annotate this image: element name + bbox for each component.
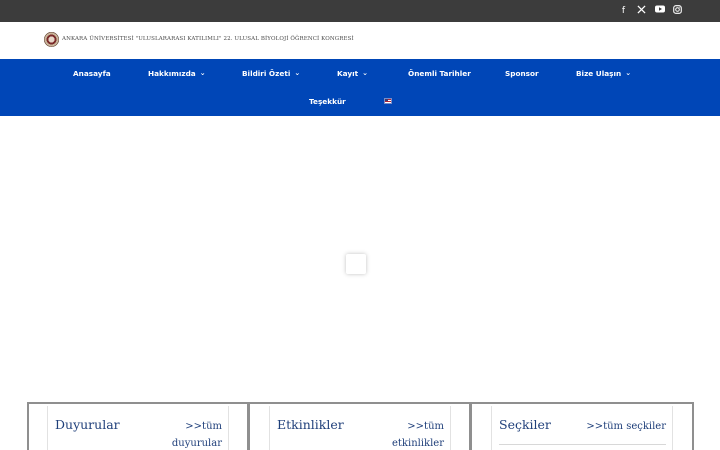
nav-label: Hakkımızda — [148, 69, 196, 78]
nav-item-bize-ulasin[interactable]: Bize Ulaşın ⌄ — [576, 69, 631, 79]
english-flag-icon[interactable] — [384, 98, 392, 104]
announcements-card: Duyurular >>tüm duyurular — [47, 406, 229, 450]
top-bar: f — [0, 0, 720, 22]
x-twitter-icon[interactable] — [637, 5, 646, 17]
youtube-icon[interactable] — [655, 5, 665, 17]
nav-item-sponsor[interactable]: Sponsor — [505, 69, 539, 79]
university-seal-logo[interactable] — [44, 32, 59, 47]
chevron-down-icon: ⌄ — [294, 69, 301, 77]
link-line: >>tüm seçkiler — [586, 421, 666, 432]
nav-label: Sponsor — [505, 69, 539, 78]
nav-label: Bize Ulaşın — [576, 69, 622, 78]
nav-label: Önemli Tarihler — [408, 69, 471, 78]
all-selections-link[interactable]: >>tüm seçkiler — [586, 418, 666, 435]
nav-item-anasayfa[interactable]: Anasayfa — [73, 69, 111, 79]
chevron-down-icon: ⌄ — [362, 69, 368, 77]
card-title: Seçkiler — [499, 417, 551, 432]
nav-item-bildiri-ozeti[interactable]: Bildiri Özeti ⌄ — [242, 69, 300, 79]
panel-divider — [247, 402, 250, 450]
link-line: >>tüm — [407, 421, 444, 432]
card-divider — [499, 444, 666, 445]
chevron-down-icon: ⌄ — [199, 69, 206, 77]
selections-card: Seçkiler >>tüm seçkiler — [491, 406, 673, 450]
chevron-down-icon: ⌄ — [625, 69, 632, 77]
panel-divider — [469, 402, 472, 450]
link-line: duyurular — [171, 438, 222, 449]
loading-spinner — [346, 254, 366, 274]
nav-label: Kayıt — [337, 69, 359, 78]
link-line: etkinlikler — [392, 438, 444, 449]
events-card: Etkinlikler >>tüm etkinlikler — [269, 406, 451, 450]
main-navigation: Anasayfa Hakkımızda ⌄ Bildiri Özeti ⌄ Kayı… — [0, 59, 720, 116]
card-title: Etkinlikler — [277, 417, 344, 432]
link-line: >>tüm — [185, 421, 222, 432]
social-links: f — [619, 5, 682, 17]
facebook-icon[interactable]: f — [619, 5, 628, 17]
nav-item-kayit[interactable]: Kayıt ⌄ — [337, 69, 368, 79]
nav-label: Teşekkür — [309, 97, 346, 106]
instagram-icon[interactable] — [673, 5, 682, 17]
nav-item-onemli-tarihler[interactable]: Önemli Tarihler — [408, 69, 471, 79]
nav-label: Bildiri Özeti — [242, 69, 291, 78]
nav-item-tesekkur[interactable]: Teşekkür — [309, 97, 346, 107]
nav-label: Anasayfa — [73, 69, 111, 78]
card-title: Duyurular — [55, 417, 120, 432]
all-events-link[interactable]: >>tüm etkinlikler — [392, 418, 444, 450]
nav-item-hakkimizda[interactable]: Hakkımızda ⌄ — [148, 69, 206, 79]
all-announcements-link[interactable]: >>tüm duyurular — [172, 418, 222, 450]
congress-title[interactable]: ANKARA ÜNİVERSİTESİ "ULUSLARARASI KATILI… — [62, 36, 354, 42]
brand-bar: ANKARA ÜNİVERSİTESİ "ULUSLARARASI KATILI… — [0, 22, 720, 59]
